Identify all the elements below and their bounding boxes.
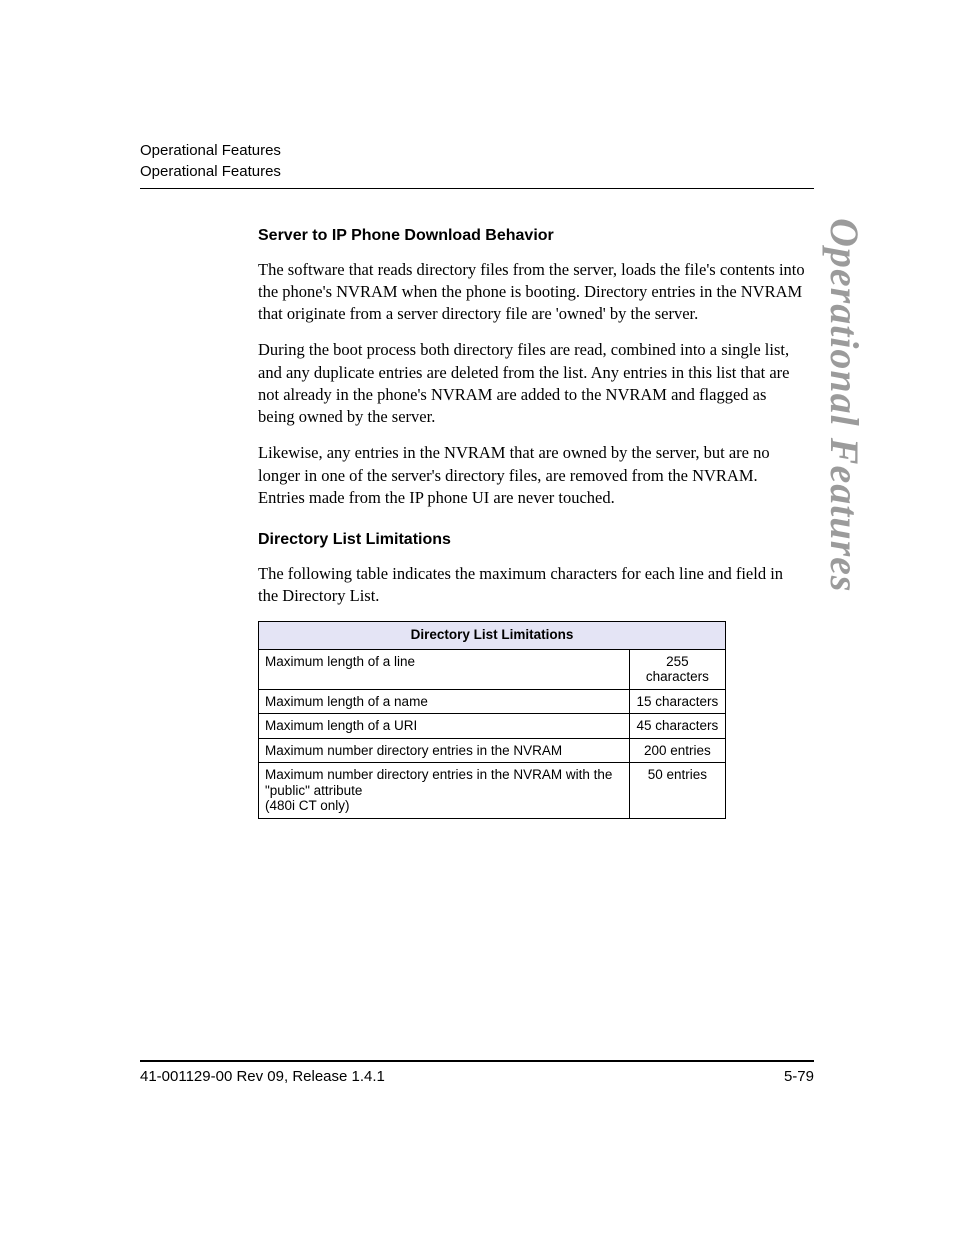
table-cell-value: 255 characters	[629, 649, 725, 689]
table-cell-label: Maximum length of a URI	[259, 714, 630, 739]
table-cell-value: 15 characters	[629, 689, 725, 714]
footer-left: 41-001129-00 Rev 09, Release 1.4.1	[140, 1068, 385, 1085]
table-cell-value: 200 entries	[629, 738, 725, 763]
table-cell-value: 45 characters	[629, 714, 725, 739]
table-cell-label: Maximum length of a name	[259, 689, 630, 714]
section-heading-download: Server to IP Phone Download Behavior	[258, 225, 806, 247]
header-rule	[140, 188, 814, 189]
paragraph: Likewise, any entries in the NVRAM that …	[258, 442, 806, 509]
table-row: Maximum number directory entries in the …	[259, 763, 726, 819]
table-cell-label: Maximum number directory entries in the …	[259, 738, 630, 763]
footer-rule	[140, 1060, 814, 1062]
table-row: Maximum length of a line 255 characters	[259, 649, 726, 689]
paragraph: The software that reads directory files …	[258, 259, 806, 326]
section-heading-limitations: Directory List Limitations	[258, 529, 806, 551]
header-line-2: Operational Features	[140, 161, 814, 182]
paragraph: During the boot process both directory f…	[258, 339, 806, 428]
table-cell-label: Maximum number directory entries in the …	[259, 763, 630, 819]
table-row: Maximum length of a name 15 characters	[259, 689, 726, 714]
footer-page-number: 5-79	[784, 1068, 814, 1085]
side-tab-label: Operational Features	[821, 218, 868, 592]
table-cell-label: Maximum length of a line	[259, 649, 630, 689]
main-content: Server to IP Phone Download Behavior The…	[258, 225, 806, 819]
table-cell-value: 50 entries	[629, 763, 725, 819]
table-row: Maximum number directory entries in the …	[259, 738, 726, 763]
table-title: Directory List Limitations	[259, 622, 726, 649]
header-line-1: Operational Features	[140, 140, 814, 161]
page-footer: 41-001129-00 Rev 09, Release 1.4.1 5-79	[140, 1060, 814, 1085]
table-row: Maximum length of a URI 45 characters	[259, 714, 726, 739]
paragraph: The following table indicates the maximu…	[258, 563, 806, 608]
limitations-table: Directory List Limitations Maximum lengt…	[258, 621, 726, 818]
